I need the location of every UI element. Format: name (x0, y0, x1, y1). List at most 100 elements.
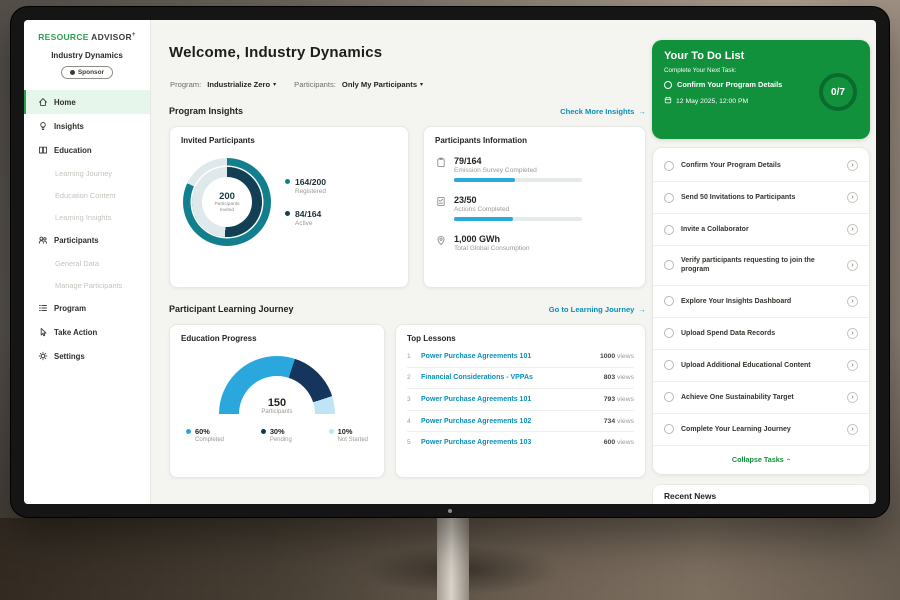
chevron-right-icon[interactable]: › (847, 424, 858, 435)
task-checkbox[interactable] (664, 161, 674, 171)
participants-icon (37, 235, 48, 246)
brand-word-advisor: ADVISOR (91, 32, 132, 42)
todo-progress-ring: 0/7 (819, 73, 857, 111)
chevron-right-icon[interactable]: › (847, 392, 858, 403)
sidebar-item-general-data[interactable]: General Data (24, 252, 150, 274)
chevron-right-icon[interactable]: › (847, 160, 858, 171)
participants-filter-dropdown[interactable]: Only My Participants ▾ (342, 80, 423, 89)
card-title: Top Lessons (407, 334, 634, 343)
sidebar-item-home[interactable]: Home (24, 90, 150, 114)
chevron-right-icon[interactable]: › (847, 224, 858, 235)
location-pin-icon (435, 234, 446, 252)
info-row-emission-survey: 79/164 Emission Survey Completed (435, 156, 634, 182)
org-name: Industry Dynamics (24, 51, 150, 60)
education-progress-gauge-chart: 150 Participants (219, 356, 335, 414)
home-icon (37, 97, 48, 108)
lesson-link[interactable]: Financial Considerations - VPPAs (421, 374, 597, 381)
sponsor-badge: Sponsor (61, 66, 113, 79)
task-row-achieve-target[interactable]: Achieve One Sustainability Target › (653, 382, 869, 414)
sponsor-icon (70, 70, 75, 75)
lesson-row: 3 Power Purchase Agreements 101 793 view… (407, 389, 634, 411)
go-to-learning-journey-link[interactable]: Go to Learning Journey → (549, 305, 646, 314)
program-filter-dropdown[interactable]: Industrialize Zero ▾ (207, 80, 276, 89)
arrow-right-icon: → (638, 107, 646, 116)
task-row-upload-spend-data[interactable]: Upload Spend Data Records › (653, 318, 869, 350)
sidebar-item-learning-journey[interactable]: Learning Journey (24, 162, 150, 184)
legend-item-not-started: 10% Not Started (329, 427, 368, 443)
card-title: Participants Information (435, 136, 634, 145)
sidebar-item-program[interactable]: Program (24, 296, 150, 320)
task-checkbox[interactable] (664, 81, 672, 89)
chevron-right-icon[interactable]: › (847, 360, 858, 371)
legend-item-active: 84/164 Active (285, 209, 326, 227)
lesson-link[interactable]: Power Purchase Agreements 101 (421, 353, 593, 360)
sidebar-item-insights[interactable]: Insights (24, 114, 150, 138)
todo-subtitle: Complete Your Next Task: (664, 67, 858, 74)
task-checkbox[interactable] (664, 328, 674, 338)
task-row-upload-educational-content[interactable]: Upload Additional Educational Content › (653, 350, 869, 382)
arrow-right-icon: → (638, 305, 646, 314)
actions-progress-bar (454, 217, 582, 221)
legend-dot-not-started (329, 429, 334, 434)
calendar-icon (664, 96, 672, 106)
section-title: Program Insights (169, 106, 243, 116)
recent-news-header: Recent News (652, 484, 870, 504)
task-row-confirm-program[interactable]: Confirm Your Program Details › (653, 150, 869, 182)
check-more-insights-link[interactable]: Check More Insights → (560, 107, 646, 116)
sidebar-item-settings[interactable]: Settings (24, 344, 150, 368)
sidebar-item-education[interactable]: Education (24, 138, 150, 162)
task-row-complete-learning-journey[interactable]: Complete Your Learning Journey › (653, 414, 869, 446)
sidebar-item-education-content[interactable]: Education Content (24, 184, 150, 206)
survey-clipboard-icon (435, 156, 446, 182)
card-title: Invited Participants (181, 136, 397, 145)
chevron-down-icon: ▾ (273, 81, 276, 88)
page-title: Welcome, Industry Dynamics (169, 44, 382, 61)
power-led (448, 509, 452, 513)
lesson-link[interactable]: Power Purchase Agreements 103 (421, 439, 597, 446)
top-lessons-card: Top Lessons 1 Power Purchase Agreements … (395, 324, 646, 478)
education-icon (37, 145, 48, 156)
collapse-tasks-link[interactable]: Collapse Tasks › (653, 446, 869, 472)
task-checkbox[interactable] (664, 296, 674, 306)
legend-dot-completed (186, 429, 191, 434)
task-row-explore-insights[interactable]: Explore Your Insights Dashboard › (653, 286, 869, 318)
legend-dot-active (285, 211, 290, 216)
legend-dot-registered (285, 179, 290, 184)
card-title: Education Progress (181, 334, 373, 343)
lesson-link[interactable]: Power Purchase Agreements 101 (421, 396, 597, 403)
task-checkbox[interactable] (664, 360, 674, 370)
task-checkbox[interactable] (664, 424, 674, 434)
task-row-send-invitations[interactable]: Send 50 Invitations to Participants › (653, 182, 869, 214)
legend-item-pending: 30% Pending (261, 427, 292, 443)
chevron-right-icon[interactable]: › (847, 296, 858, 307)
legend-item-completed: 60% Completed (186, 427, 224, 443)
donut-legend: 164/200 Registered 84/164 Active (285, 177, 326, 227)
take-action-icon (37, 327, 48, 338)
task-checkbox[interactable] (664, 392, 674, 402)
chevron-right-icon[interactable]: › (847, 260, 858, 271)
sponsor-label: Sponsor (78, 69, 104, 76)
sidebar-item-manage-participants[interactable]: Manage Participants (24, 274, 150, 296)
learning-journey-section-header: Participant Learning Journey Go to Learn… (169, 304, 646, 314)
monitor-bezel: RESOURCE ADVISOR+ Industry Dynamics Spon… (10, 6, 890, 518)
task-row-invite-collaborator[interactable]: Invite a Collaborator › (653, 214, 869, 246)
task-checkbox[interactable] (664, 225, 674, 235)
sidebar-item-participants[interactable]: Participants (24, 228, 150, 252)
legend-dot-pending (261, 429, 266, 434)
sidebar-item-take-action[interactable]: Take Action (24, 320, 150, 344)
task-checkbox[interactable] (664, 193, 674, 203)
lesson-row: 4 Power Purchase Agreements 102 734 view… (407, 411, 634, 433)
task-checkbox[interactable] (664, 260, 674, 270)
todo-title: Your To Do List (664, 50, 858, 62)
chevron-up-icon: › (785, 458, 792, 460)
sidebar-item-learning-insights[interactable]: Learning Insights (24, 206, 150, 228)
chevron-right-icon[interactable]: › (847, 192, 858, 203)
chevron-right-icon[interactable]: › (847, 328, 858, 339)
task-row-verify-participants[interactable]: Verify participants requesting to join t… (653, 246, 869, 286)
info-row-consumption: 1,000 GWh Total Global Consumption (435, 234, 634, 252)
section-title: Participant Learning Journey (169, 304, 294, 314)
program-filter-label: Program: (170, 80, 201, 89)
invited-participants-card: Invited Participants 200 Participants In… (169, 126, 409, 288)
lesson-link[interactable]: Power Purchase Agreements 102 (421, 418, 597, 425)
lesson-row: 2 Financial Considerations - VPPAs 803 v… (407, 368, 634, 390)
